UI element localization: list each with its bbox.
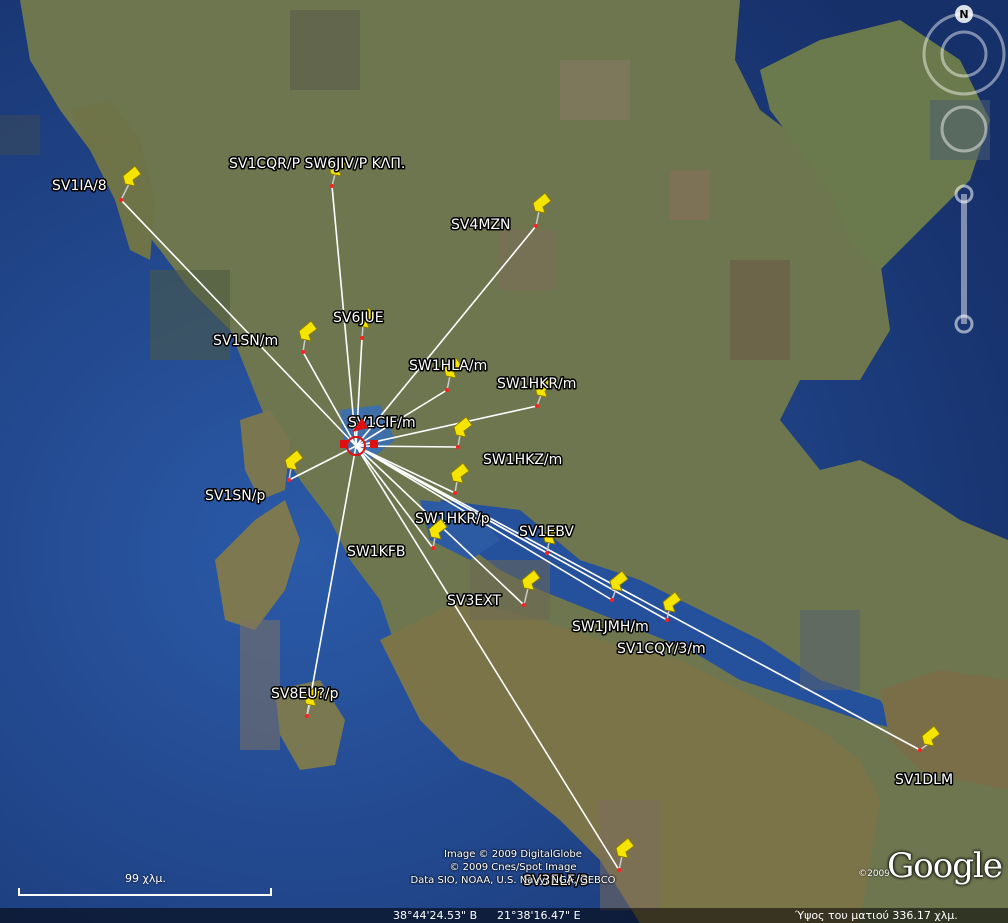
pin-label-sv6jue[interactable]: SV6JUE: [332, 309, 386, 328]
pin-tip: [665, 618, 669, 622]
pin-label-sv4mzn[interactable]: SV4MZN: [450, 216, 513, 235]
pin-label-sv1snm[interactable]: SV1SN/m: [212, 332, 280, 351]
scale-line: [18, 894, 272, 896]
longitude-readout: 21°38'16.47" Ε: [497, 909, 581, 922]
scale-tick: [270, 888, 272, 896]
pin-tip: [301, 350, 305, 354]
north-label: N: [959, 8, 968, 21]
credit-line: © 2009 Cnes/Spot Image: [449, 862, 577, 873]
pin-label-sv1dlm[interactable]: SV1DLM: [894, 771, 955, 790]
pin-label-sw1hkrm[interactable]: SW1HKR/m: [496, 375, 578, 394]
pin-tip: [545, 551, 549, 555]
imagery-credits: Image © 2009 DigitalGlobe © 2009 Cnes/Sp…: [383, 848, 643, 887]
pin-label-sw1hkzm[interactable]: SW1HKZ/m: [482, 451, 564, 470]
pin-tip: [360, 336, 364, 340]
pin-tip: [534, 224, 538, 228]
pin-tip: [330, 184, 334, 188]
center-marker-dot: [340, 440, 348, 448]
pin-label-sv3ext[interactable]: SV3EXT: [446, 592, 504, 611]
google-logo: Google: [887, 846, 1003, 886]
center-marker-dot: [370, 440, 378, 448]
look-joystick[interactable]: [940, 30, 988, 78]
pin-tip: [445, 388, 449, 392]
pin-tip: [456, 445, 460, 449]
pin-label-sv1cqr[interactable]: SV1CQR/P SW6JIV/P ΚΛΠ.: [228, 155, 407, 174]
pin-tip: [522, 603, 526, 607]
pin-tip: [453, 491, 457, 495]
pin-label-sw1hkrp[interactable]: SW1HKR/p: [414, 510, 492, 529]
pin-label-sv1ia8[interactable]: SV1IA/8: [51, 177, 109, 196]
pin-label-sw1hlam[interactable]: SW1HLA/m: [408, 357, 489, 376]
pin-tip: [305, 714, 309, 718]
status-bar: 38°44'24.53" Β 21°38'16.47" Ε Ύψος του μ…: [0, 908, 1008, 923]
scale-bar: 99 χλμ.: [18, 872, 272, 900]
pin-label-sw1kfb[interactable]: SW1KFB: [346, 543, 407, 562]
pin-label-sw1jmhm[interactable]: SW1JMH/m: [571, 618, 651, 637]
pin-tip: [610, 598, 614, 602]
pin-tip: [431, 546, 435, 550]
pin-label-sv1cqy3m[interactable]: SV1CQY/3/m: [616, 640, 708, 659]
credit-line: Data SIO, NOAA, U.S. Navy, NGA, GEBCO: [410, 875, 616, 886]
logo-year: ©2009: [858, 869, 890, 879]
pin-tip: [287, 478, 291, 482]
pin-label-sv1ebv[interactable]: SV1EBV: [518, 523, 576, 542]
scale-tick: [18, 888, 20, 896]
scale-label: 99 χλμ.: [125, 872, 166, 885]
eye-altitude-readout: Ύψος του ματιού 336.17 χλμ.: [795, 909, 958, 922]
compass-ring[interactable]: [922, 12, 1006, 96]
pin-tip: [119, 198, 123, 202]
pin-label-sv1snp[interactable]: SV1SN/p: [204, 487, 267, 506]
pin-tip: [918, 748, 922, 752]
credit-line: Image © 2009 DigitalGlobe: [444, 849, 582, 860]
latitude-readout: 38°44'24.53" Β: [393, 909, 478, 922]
pin-label-sv8eup[interactable]: SV8EU?/p: [270, 685, 341, 704]
navigation-controls[interactable]: N: [922, 4, 1006, 344]
satellite-map[interactable]: SV1IA/8 SV1CQR/P SW6JIV/P ΚΛΠ. SV4MZN SV6JU…: [0, 0, 1008, 923]
move-joystick[interactable]: [940, 105, 988, 153]
pin-tip: [535, 404, 539, 408]
